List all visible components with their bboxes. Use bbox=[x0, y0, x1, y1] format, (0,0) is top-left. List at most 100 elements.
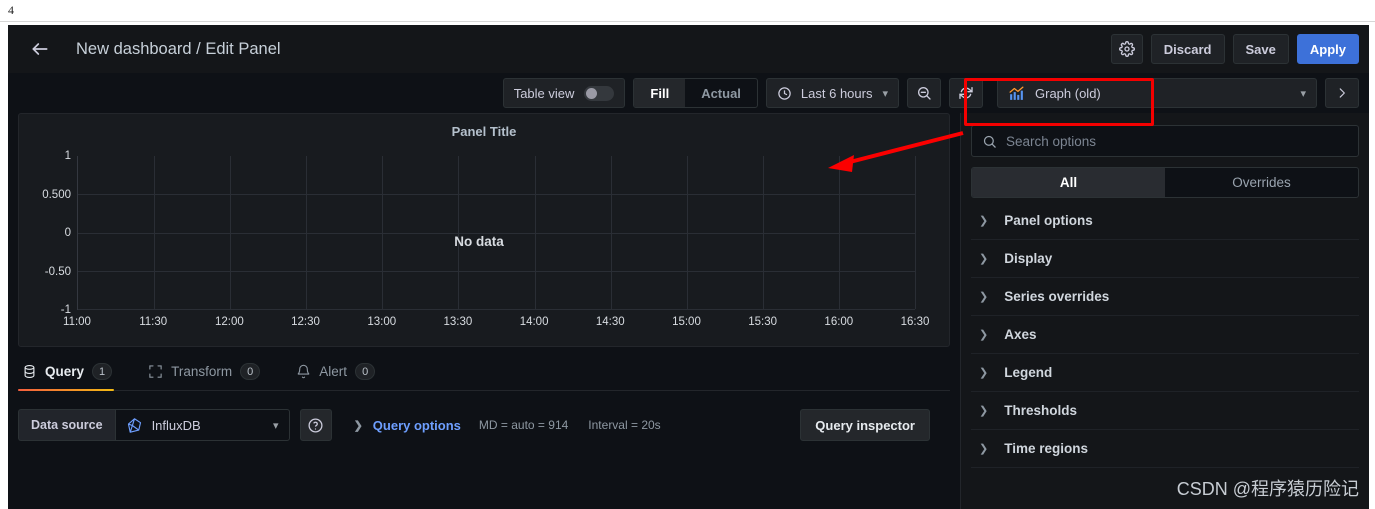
option-section-series-overrides[interactable]: ❯ Series overrides bbox=[971, 278, 1359, 316]
tab-alert-label: Alert bbox=[319, 364, 348, 379]
graph-panel[interactable]: Panel Title No data 1 0.500 0 -0.50 -1 11:00… bbox=[18, 113, 950, 347]
tab-alert-badge: 0 bbox=[355, 363, 376, 380]
grid-line-vertical bbox=[154, 156, 156, 309]
options-section-list: ❯ Panel options ❯ Display ❯ Series overr… bbox=[971, 202, 1359, 468]
grid-line-vertical bbox=[306, 156, 308, 309]
no-data-message: No data bbox=[454, 234, 504, 249]
search-options-box[interactable] bbox=[971, 125, 1359, 157]
search-icon bbox=[982, 134, 997, 149]
chevron-right-icon: ❯ bbox=[979, 291, 989, 303]
option-section-thresholds[interactable]: ❯ Thresholds bbox=[971, 392, 1359, 430]
option-section-label: Display bbox=[1004, 251, 1053, 266]
tab-all[interactable]: All bbox=[972, 168, 1165, 197]
x-axis-tick-label: 16:00 bbox=[824, 316, 854, 328]
option-section-label: Series overrides bbox=[1004, 289, 1110, 304]
apply-button[interactable]: Apply bbox=[1296, 34, 1359, 64]
x-axis-tick-label: 12:00 bbox=[214, 316, 244, 328]
time-range-picker[interactable]: Last 6 hours ▾ bbox=[765, 78, 899, 108]
option-section-time-regions[interactable]: ❯ Time regions bbox=[971, 430, 1359, 468]
actual-option[interactable]: Actual bbox=[685, 79, 757, 107]
refresh-icon[interactable] bbox=[949, 78, 983, 108]
chevron-down-icon: ▾ bbox=[273, 419, 279, 432]
chevron-right-icon: ❯ bbox=[979, 367, 989, 379]
chevron-right-icon: ❯ bbox=[979, 253, 989, 265]
grid-line-vertical bbox=[230, 156, 232, 309]
csdn-watermark: CSDN @程序猿历险记 bbox=[1176, 479, 1359, 499]
gear-icon[interactable] bbox=[1110, 34, 1143, 64]
browser-tab-strip: 4 bbox=[0, 0, 1375, 22]
browser-tab-number: 4 bbox=[8, 3, 14, 17]
tab-overrides[interactable]: Overrides bbox=[1165, 168, 1358, 197]
y-axis-tick-label: 1 bbox=[64, 150, 71, 162]
option-section-axes[interactable]: ❯ Axes bbox=[971, 316, 1359, 354]
tab-transform[interactable]: Transform 0 bbox=[144, 353, 274, 390]
query-inspector-button[interactable]: Query inspector bbox=[800, 409, 930, 441]
x-axis-tick-label: 14:00 bbox=[519, 316, 549, 328]
x-axis-tick-label: 13:00 bbox=[367, 316, 397, 328]
panel-title: Panel Title bbox=[451, 124, 517, 139]
time-range-label: Last 6 hours bbox=[800, 85, 873, 101]
option-section-label: Legend bbox=[1004, 365, 1053, 380]
options-pane-tabs: All Overrides bbox=[971, 167, 1359, 198]
interval-text: Interval = 20s bbox=[588, 418, 661, 432]
x-axis-tick-label: 11:00 bbox=[63, 316, 91, 328]
database-icon bbox=[22, 364, 37, 379]
chevron-right-icon[interactable] bbox=[1325, 78, 1359, 108]
time-range-group: Last 6 hours ▾ bbox=[765, 78, 983, 108]
x-axis-tick-label: 14:30 bbox=[595, 316, 625, 328]
y-axis-labels: 1 0.500 0 -0.50 -1 bbox=[19, 150, 75, 316]
chevron-right-icon: ❯ bbox=[979, 329, 989, 341]
y-axis-tick-label: -1 bbox=[60, 304, 71, 316]
y-axis-tick-label: 0.500 bbox=[42, 188, 71, 201]
data-source-select[interactable]: InfluxDB ▾ bbox=[114, 409, 290, 441]
clock-icon bbox=[777, 86, 792, 101]
panel-editor-header: New dashboard / Edit Panel Discard Save … bbox=[8, 25, 1369, 73]
option-section-label: Axes bbox=[1004, 327, 1037, 342]
page-title: New dashboard / Edit Panel bbox=[76, 39, 281, 58]
query-editor-row: Data source InfluxDB ▾ ❯ Query options M… bbox=[18, 409, 950, 441]
discard-button[interactable]: Discard bbox=[1150, 34, 1225, 64]
y-axis-tick-label: -0.50 bbox=[44, 265, 71, 278]
tab-alert[interactable]: Alert 0 bbox=[292, 353, 389, 390]
option-section-label: Time regions bbox=[1004, 441, 1088, 456]
zoom-out-icon[interactable] bbox=[907, 78, 941, 108]
data-source-label: Data source bbox=[18, 409, 115, 441]
panel-editor-toolbar: Table view Fill Actual Last 6 hours ▾ Gr… bbox=[8, 73, 1369, 113]
query-options-toggle[interactable]: ❯ Query options bbox=[340, 409, 475, 441]
grid-line-horizontal bbox=[78, 194, 915, 196]
x-axis-labels: 11:00 11:30 12:00 12:30 13:00 13:30 14:00 14:30… bbox=[63, 316, 929, 332]
query-options-summary: MD = auto = 914 Interval = 20s bbox=[475, 409, 790, 441]
data-source-value: InfluxDB bbox=[151, 417, 201, 433]
graph-plot: No data 1 0.500 0 -0.50 -1 11:00 11:30 12:00 12… bbox=[19, 146, 939, 346]
table-view-toggle[interactable]: Table view bbox=[502, 78, 626, 108]
x-axis-tick-label: 15:00 bbox=[672, 316, 701, 328]
search-input[interactable] bbox=[1006, 133, 1348, 149]
grafana-edit-panel-window: New dashboard / Edit Panel Discard Save … bbox=[8, 25, 1369, 509]
chevron-down-icon: ▾ bbox=[882, 87, 888, 100]
visualization-picker[interactable]: Graph (old) ▾ bbox=[997, 78, 1317, 108]
chevron-down-icon[interactable]: ▾ bbox=[1300, 87, 1306, 100]
back-arrow-icon[interactable] bbox=[26, 35, 54, 63]
max-data-points-text: MD = auto = 914 bbox=[478, 418, 569, 432]
bell-icon bbox=[296, 364, 311, 379]
option-section-label: Panel options bbox=[1004, 213, 1093, 228]
option-section-legend[interactable]: ❯ Legend bbox=[971, 354, 1359, 392]
chevron-right-icon: ❯ bbox=[353, 419, 363, 432]
fill-actual-segmented-control: Fill Actual bbox=[633, 78, 758, 108]
chevron-right-icon: ❯ bbox=[979, 215, 989, 227]
save-button[interactable]: Save bbox=[1232, 34, 1289, 64]
tab-query-badge: 1 bbox=[92, 363, 113, 380]
grid-line-vertical bbox=[686, 156, 688, 309]
help-circle-icon[interactable] bbox=[299, 409, 332, 441]
grid-line-vertical bbox=[838, 156, 840, 309]
table-view-switch[interactable] bbox=[584, 85, 615, 101]
tab-query[interactable]: Query 1 bbox=[18, 353, 126, 391]
grid-line-vertical bbox=[534, 156, 536, 309]
table-view-switch-knob bbox=[586, 87, 598, 99]
x-axis-tick-label: 11:30 bbox=[139, 316, 168, 328]
x-axis-tick-label: 16:30 bbox=[900, 316, 930, 328]
fill-option[interactable]: Fill bbox=[634, 79, 686, 107]
option-section-display[interactable]: ❯ Display bbox=[971, 240, 1359, 278]
option-section-panel-options[interactable]: ❯ Panel options bbox=[971, 202, 1359, 240]
x-axis-tick-label: 12:30 bbox=[291, 316, 320, 328]
